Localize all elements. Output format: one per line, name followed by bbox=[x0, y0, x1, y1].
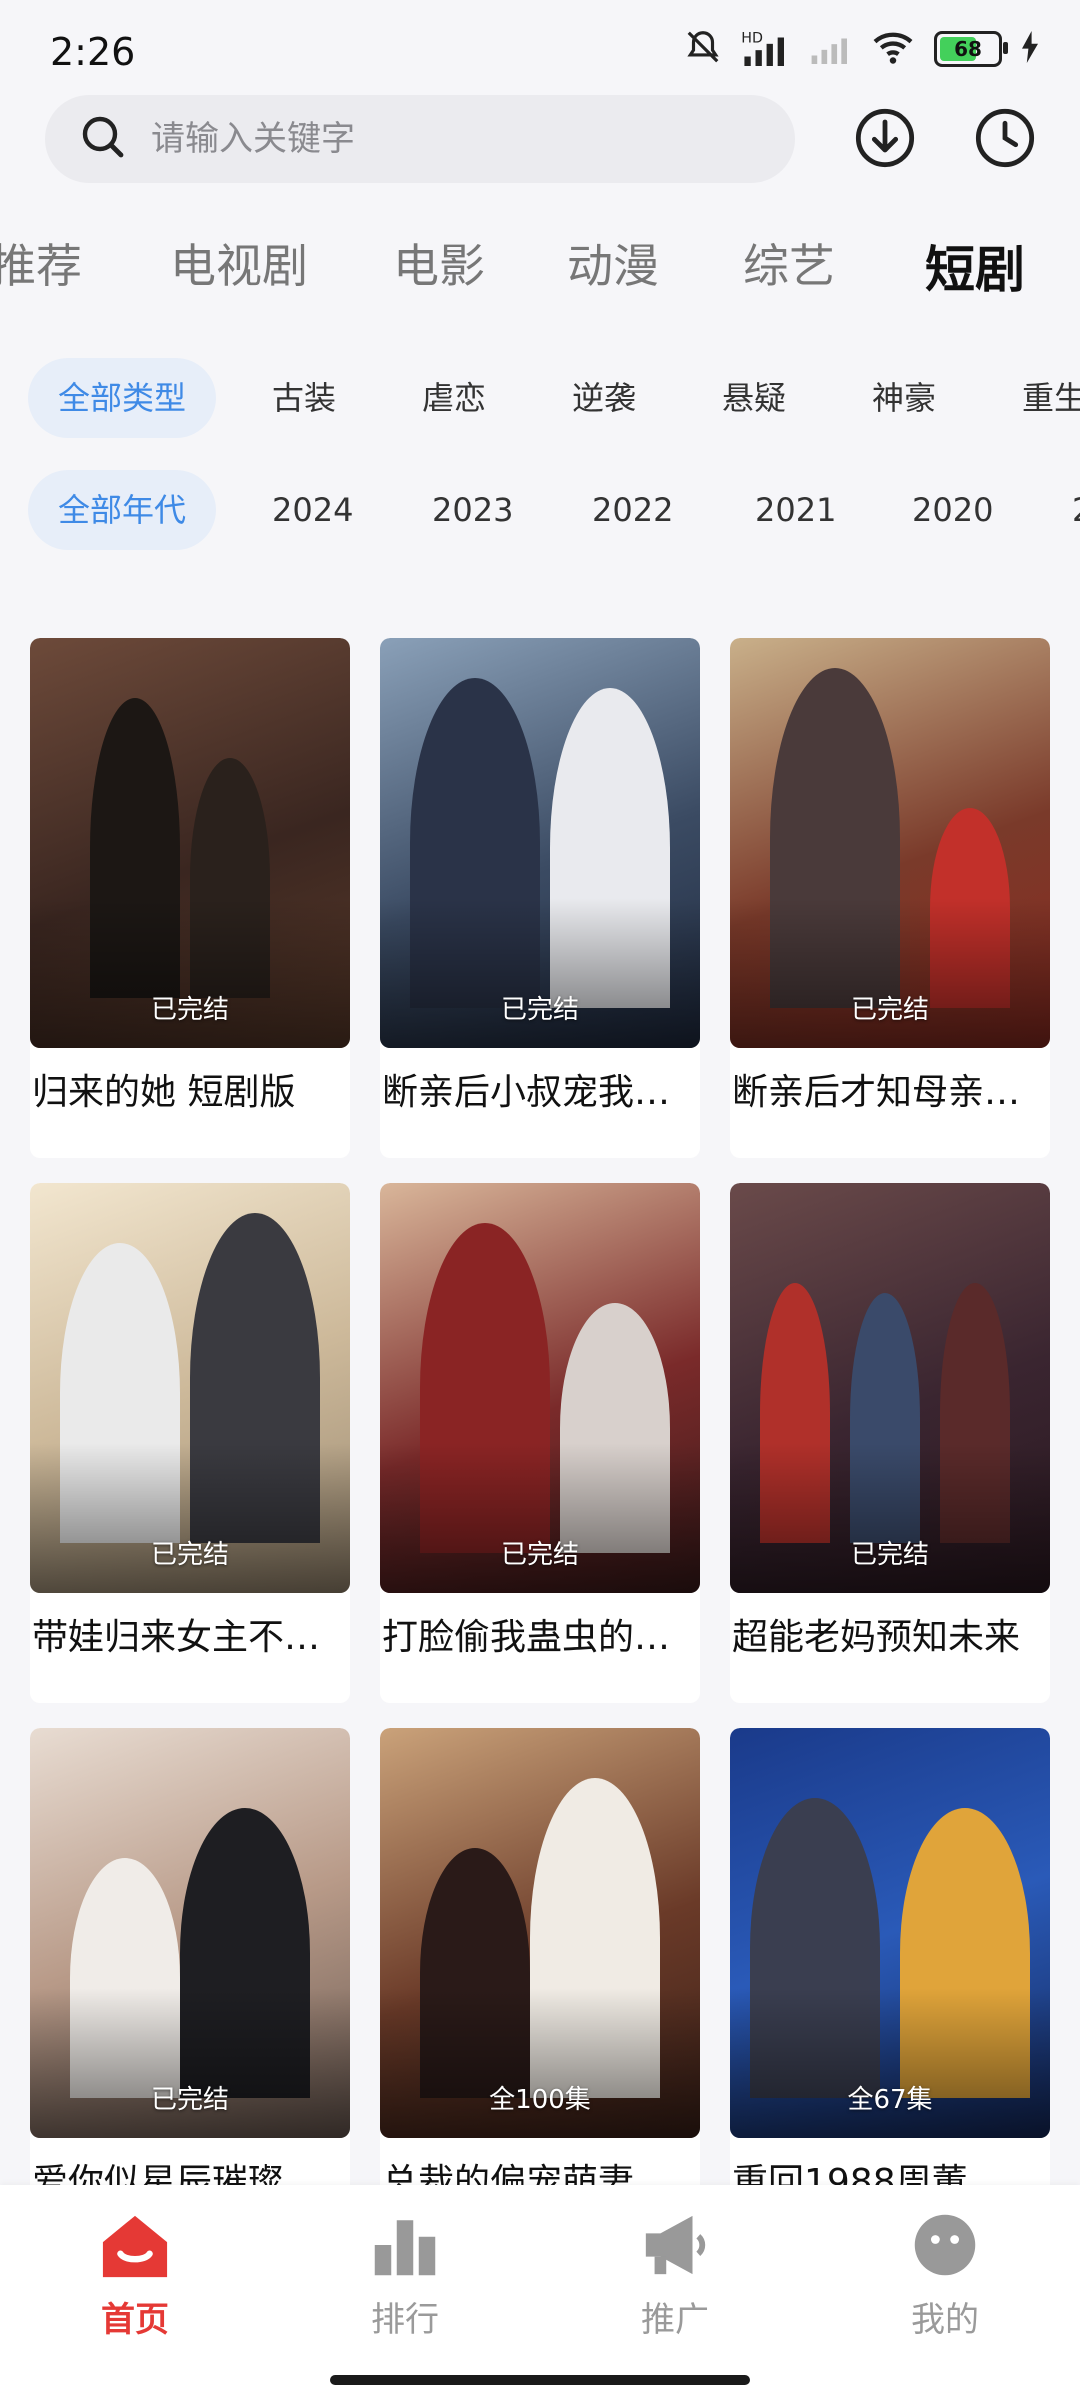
status-badge: 全100集 bbox=[489, 2085, 591, 2115]
search-bar[interactable] bbox=[45, 95, 795, 183]
svg-text:HD: HD bbox=[741, 30, 763, 46]
battery-level: 68 bbox=[954, 37, 982, 61]
filter-year-2024[interactable]: 2024 bbox=[272, 470, 353, 550]
drama-card[interactable]: 已完结 爱你似星辰璀璨 bbox=[30, 1728, 350, 2248]
home-indicator[interactable] bbox=[330, 2375, 750, 2385]
signal-icon bbox=[808, 30, 852, 68]
download-button[interactable] bbox=[850, 105, 920, 175]
filter-type-mystery[interactable]: 悬疑 bbox=[722, 358, 786, 438]
drama-card[interactable]: 已完结 断亲后小叔宠我入骨 bbox=[380, 638, 700, 1158]
tab-tv-series[interactable]: 电视剧 bbox=[170, 230, 308, 296]
drama-card[interactable]: 已完结 断亲后才知母亲是将门后 bbox=[730, 638, 1050, 1158]
status-time: 2:26 bbox=[50, 30, 136, 74]
status-badge: 已完结 bbox=[850, 995, 929, 1025]
bell-mute-icon bbox=[684, 28, 722, 70]
type-filter-row: 全部类型 古装 虐恋 逆袭 悬疑 神豪 重生 bbox=[0, 358, 1080, 438]
poster-image: 已完结 bbox=[30, 1183, 350, 1593]
drama-card[interactable]: 已完结 归来的她 短剧版 bbox=[30, 638, 350, 1158]
home-icon bbox=[35, 2210, 235, 2280]
nav-ranking-label: 排行 bbox=[371, 2300, 439, 2340]
filter-year-all[interactable]: 全部年代 bbox=[28, 470, 217, 550]
year-filter-row: 全部年代 2024 2023 2022 2021 2020 2 bbox=[0, 470, 1080, 550]
nav-profile[interactable]: 我的 bbox=[845, 2210, 1045, 2341]
drama-card[interactable]: 全100集 总裁的偏宠萌妻 bbox=[380, 1728, 700, 2248]
channel-tabs: 推荐 电视剧 电影 动漫 综艺 短剧 bbox=[0, 230, 1080, 310]
poster-image: 全100集 bbox=[380, 1728, 700, 2138]
filter-year-2023[interactable]: 2023 bbox=[432, 470, 513, 550]
filter-year-2022[interactable]: 2022 bbox=[592, 470, 673, 550]
hd-signal-icon: HD bbox=[740, 28, 790, 70]
drama-title: 断亲后小叔宠我入骨 bbox=[382, 1072, 700, 1113]
drama-card[interactable]: 全67集 重回1988周董 bbox=[730, 1728, 1050, 2248]
nav-home-label: 首页 bbox=[101, 2300, 169, 2340]
poster-image: 已完结 bbox=[380, 1183, 700, 1593]
ranking-icon bbox=[305, 2210, 505, 2280]
filter-year-2021[interactable]: 2021 bbox=[755, 470, 836, 550]
wifi-icon bbox=[870, 29, 916, 69]
filter-type-romance[interactable]: 虐恋 bbox=[422, 358, 486, 438]
status-badge: 已完结 bbox=[150, 995, 229, 1025]
profile-icon bbox=[845, 2210, 1045, 2280]
drama-card[interactable]: 已完结 打脸偷我蛊虫的假苗疆圣女 bbox=[380, 1183, 700, 1703]
drama-card[interactable]: 已完结 带娃归来女主不好惹 bbox=[30, 1183, 350, 1703]
search-input[interactable] bbox=[149, 118, 713, 160]
drama-title: 超能老妈预知未来 bbox=[732, 1617, 1021, 1658]
status-badge: 已完结 bbox=[850, 1540, 929, 1570]
battery-icon: 68 bbox=[934, 31, 1008, 67]
megaphone-icon bbox=[575, 2210, 775, 2280]
charging-icon bbox=[1020, 31, 1040, 67]
poster-image: 全67集 bbox=[730, 1728, 1050, 2138]
filter-type-costume[interactable]: 古装 bbox=[272, 358, 336, 438]
poster-image: 已完结 bbox=[730, 1183, 1050, 1593]
status-badge: 已完结 bbox=[150, 1540, 229, 1570]
filter-type-all[interactable]: 全部类型 bbox=[28, 358, 217, 438]
status-icons: HD 68 bbox=[684, 28, 1040, 70]
filter-type-tycoon[interactable]: 神豪 bbox=[872, 358, 936, 438]
nav-promote-label: 推广 bbox=[641, 2300, 709, 2340]
history-button[interactable] bbox=[970, 105, 1040, 175]
tab-anime[interactable]: 动漫 bbox=[567, 230, 659, 296]
status-badge: 已完结 bbox=[500, 995, 579, 1025]
poster-image: 已完结 bbox=[380, 638, 700, 1048]
tab-variety[interactable]: 综艺 bbox=[743, 230, 835, 296]
drama-title: 断亲后才知母亲是将门后 bbox=[732, 1072, 1050, 1113]
status-badge: 已完结 bbox=[500, 1540, 579, 1570]
status-badge: 已完结 bbox=[150, 2085, 229, 2115]
nav-home[interactable]: 首页 bbox=[35, 2210, 235, 2341]
history-icon bbox=[973, 106, 1037, 174]
poster-image: 已完结 bbox=[30, 638, 350, 1048]
filter-year-2020[interactable]: 2020 bbox=[912, 470, 993, 550]
tab-short-drama[interactable]: 短剧 bbox=[925, 230, 1025, 302]
download-icon bbox=[853, 106, 917, 174]
bottom-nav: 首页 排行 推广 我的 bbox=[0, 2185, 1080, 2400]
drama-title: 带娃归来女主不好惹 bbox=[32, 1617, 350, 1658]
drama-title: 打脸偷我蛊虫的假苗疆圣女 bbox=[382, 1617, 700, 1658]
filter-year-more[interactable]: 2 bbox=[1072, 470, 1080, 550]
nav-profile-label: 我的 bbox=[911, 2300, 979, 2340]
nav-ranking[interactable]: 排行 bbox=[305, 2210, 505, 2341]
nav-promote[interactable]: 推广 bbox=[575, 2210, 775, 2341]
search-icon bbox=[79, 113, 127, 165]
filter-type-rebirth[interactable]: 重生 bbox=[1022, 358, 1080, 438]
drama-title: 归来的她 短剧版 bbox=[32, 1072, 296, 1113]
poster-image: 已完结 bbox=[730, 638, 1050, 1048]
tab-movies[interactable]: 电影 bbox=[393, 230, 485, 296]
status-badge: 全67集 bbox=[847, 2085, 933, 2115]
status-bar: 2:26 HD 68 bbox=[0, 0, 1080, 100]
drama-card[interactable]: 已完结 超能老妈预知未来 bbox=[730, 1183, 1050, 1703]
tab-recommend[interactable]: 推荐 bbox=[0, 230, 82, 296]
filter-type-comeback[interactable]: 逆袭 bbox=[572, 358, 636, 438]
poster-image: 已完结 bbox=[30, 1728, 350, 2138]
